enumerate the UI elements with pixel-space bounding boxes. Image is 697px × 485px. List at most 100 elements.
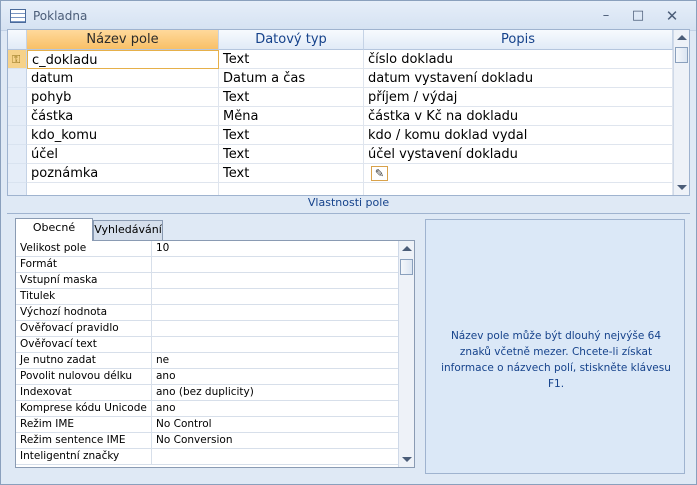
row-selector[interactable] (8, 126, 27, 145)
property-value[interactable] (153, 305, 398, 320)
header-description[interactable]: Popis (364, 30, 673, 50)
property-sheet: Velikost pole 10 Formát Vstupní maska Tit… (15, 240, 415, 468)
data-type-cell[interactable]: Text (219, 126, 364, 145)
header-corner[interactable] (8, 30, 27, 50)
property-row[interactable]: Ověřovací text (16, 337, 398, 353)
table-row[interactable]: poznámka Text (8, 164, 689, 183)
property-value[interactable] (153, 257, 398, 272)
header-data-type[interactable]: Datový typ (219, 30, 364, 50)
header-field-name[interactable]: Název pole (27, 30, 219, 50)
property-name: Indexovat (16, 385, 152, 400)
row-selector[interactable] (8, 88, 27, 107)
field-name-cell[interactable]: účel (27, 145, 219, 164)
key-icon: ⚿ (12, 53, 21, 66)
property-value[interactable]: ne (153, 353, 398, 368)
property-name: Ověřovací text (16, 337, 152, 352)
row-selector[interactable] (8, 69, 27, 88)
property-name: Režim IME (16, 417, 152, 432)
window-title: Pokladna (33, 9, 88, 23)
property-row[interactable]: Režim sentence IME No Conversion (16, 433, 398, 449)
builder-icon[interactable]: ✎ (371, 166, 388, 181)
field-name-cell[interactable]: pohyb (27, 88, 219, 107)
property-name: Režim sentence IME (16, 433, 152, 448)
data-type-cell[interactable]: Text (219, 88, 364, 107)
property-name: Titulek (16, 289, 152, 304)
field-properties-label: Vlastnosti pole (307, 196, 390, 209)
row-selector[interactable]: ⚿ (8, 50, 27, 69)
property-value[interactable]: ano (bez duplicity) (153, 385, 398, 400)
property-scrollbar[interactable] (398, 241, 414, 467)
property-row[interactable]: Formát (16, 257, 398, 273)
data-type-cell[interactable]: Měna (219, 107, 364, 126)
property-name: Vstupní maska (16, 273, 152, 288)
property-row[interactable]: Režim IME No Control (16, 417, 398, 433)
description-cell[interactable]: datum vystavení dokladu (364, 69, 673, 88)
property-row[interactable]: Titulek (16, 289, 398, 305)
description-cell[interactable]: částka v Kč na dokladu (364, 107, 673, 126)
property-row[interactable]: Indexovat ano (bez duplicity) (16, 385, 398, 401)
field-name-cell[interactable]: kdo_komu (27, 126, 219, 145)
row-selector[interactable] (8, 107, 27, 126)
property-row[interactable]: Povolit nulovou délku ano (16, 369, 398, 385)
property-value[interactable] (153, 273, 398, 288)
property-value[interactable]: ano (153, 369, 398, 384)
table-row[interactable]: částka Měna částka v Kč na dokladu (8, 107, 689, 126)
property-name: Komprese kódu Unicode (16, 401, 152, 416)
maximize-button[interactable]: □ (627, 7, 649, 25)
field-name-cell[interactable]: c_dokladu (27, 50, 219, 69)
scroll-thumb[interactable] (400, 259, 413, 275)
property-name: Formát (16, 257, 152, 272)
field-name-cell[interactable]: částka (27, 107, 219, 126)
grid-scrollbar[interactable] (673, 30, 689, 195)
property-value[interactable] (153, 289, 398, 304)
field-design-grid: Název pole Datový typ Popis ⚿ c_dokladu … (7, 29, 690, 196)
table-row[interactable]: datum Datum a čas datum vystavení doklad… (8, 69, 689, 88)
description-cell[interactable]: účel vystavení dokladu (364, 145, 673, 164)
property-value[interactable] (153, 321, 398, 336)
property-row[interactable]: Ověřovací pravidlo (16, 321, 398, 337)
grid-header: Název pole Datový typ Popis (8, 30, 689, 50)
property-row[interactable]: Výchozí hodnota (16, 305, 398, 321)
table-row[interactable]: ⚿ c_dokladu Text číslo dokladu (8, 50, 689, 69)
property-value[interactable]: 10 (153, 241, 398, 256)
property-row[interactable]: Inteligentní značky (16, 449, 398, 465)
description-cell[interactable]: příjem / výdaj (364, 88, 673, 107)
field-name-cell[interactable]: datum (27, 69, 219, 88)
data-type-cell[interactable]: Text (219, 145, 364, 164)
data-type-cell[interactable]: Datum a čas (219, 69, 364, 88)
scroll-down-icon[interactable] (677, 185, 687, 190)
description-cell[interactable]: kdo / komu doklad vydal (364, 126, 673, 145)
data-type-cell[interactable]: Text (219, 164, 364, 183)
property-value[interactable] (153, 449, 398, 464)
property-row[interactable]: Komprese kódu Unicode ano (16, 401, 398, 417)
property-name: Velikost pole (16, 241, 152, 256)
scroll-thumb[interactable] (675, 47, 688, 63)
row-selector[interactable] (8, 145, 27, 164)
scroll-up-icon[interactable] (402, 246, 412, 251)
description-cell[interactable] (364, 164, 673, 183)
tab-general[interactable]: Obecné (15, 218, 93, 241)
property-value[interactable]: No Control (153, 417, 398, 432)
property-name: Povolit nulovou délku (16, 369, 152, 384)
field-name-cell[interactable]: poznámka (27, 164, 219, 183)
table-row[interactable]: kdo_komu Text kdo / komu doklad vydal (8, 126, 689, 145)
row-selector[interactable] (8, 164, 27, 183)
close-button[interactable]: ✕ (661, 7, 683, 25)
property-name: Inteligentní značky (16, 449, 152, 464)
table-design-window: Pokladna – □ ✕ Název pole Datový typ Pop… (0, 0, 697, 485)
scroll-down-icon[interactable] (402, 457, 412, 462)
property-value[interactable]: ano (153, 401, 398, 416)
description-cell[interactable]: číslo dokladu (364, 50, 673, 69)
minimize-button[interactable]: – (595, 7, 617, 25)
title-bar[interactable]: Pokladna – □ ✕ (1, 1, 696, 31)
property-row[interactable]: Velikost pole 10 (16, 241, 398, 257)
property-row[interactable]: Vstupní maska (16, 273, 398, 289)
property-row[interactable]: Je nutno zadat ne (16, 353, 398, 369)
property-value[interactable] (153, 337, 398, 352)
table-row[interactable]: účel Text účel vystavení dokladu (8, 145, 689, 164)
tab-lookup[interactable]: Vyhledávání (93, 220, 163, 240)
scroll-up-icon[interactable] (677, 35, 687, 40)
property-value[interactable]: No Conversion (153, 433, 398, 448)
data-type-cell[interactable]: Text (219, 50, 364, 69)
table-row[interactable]: pohyb Text příjem / výdaj (8, 88, 689, 107)
